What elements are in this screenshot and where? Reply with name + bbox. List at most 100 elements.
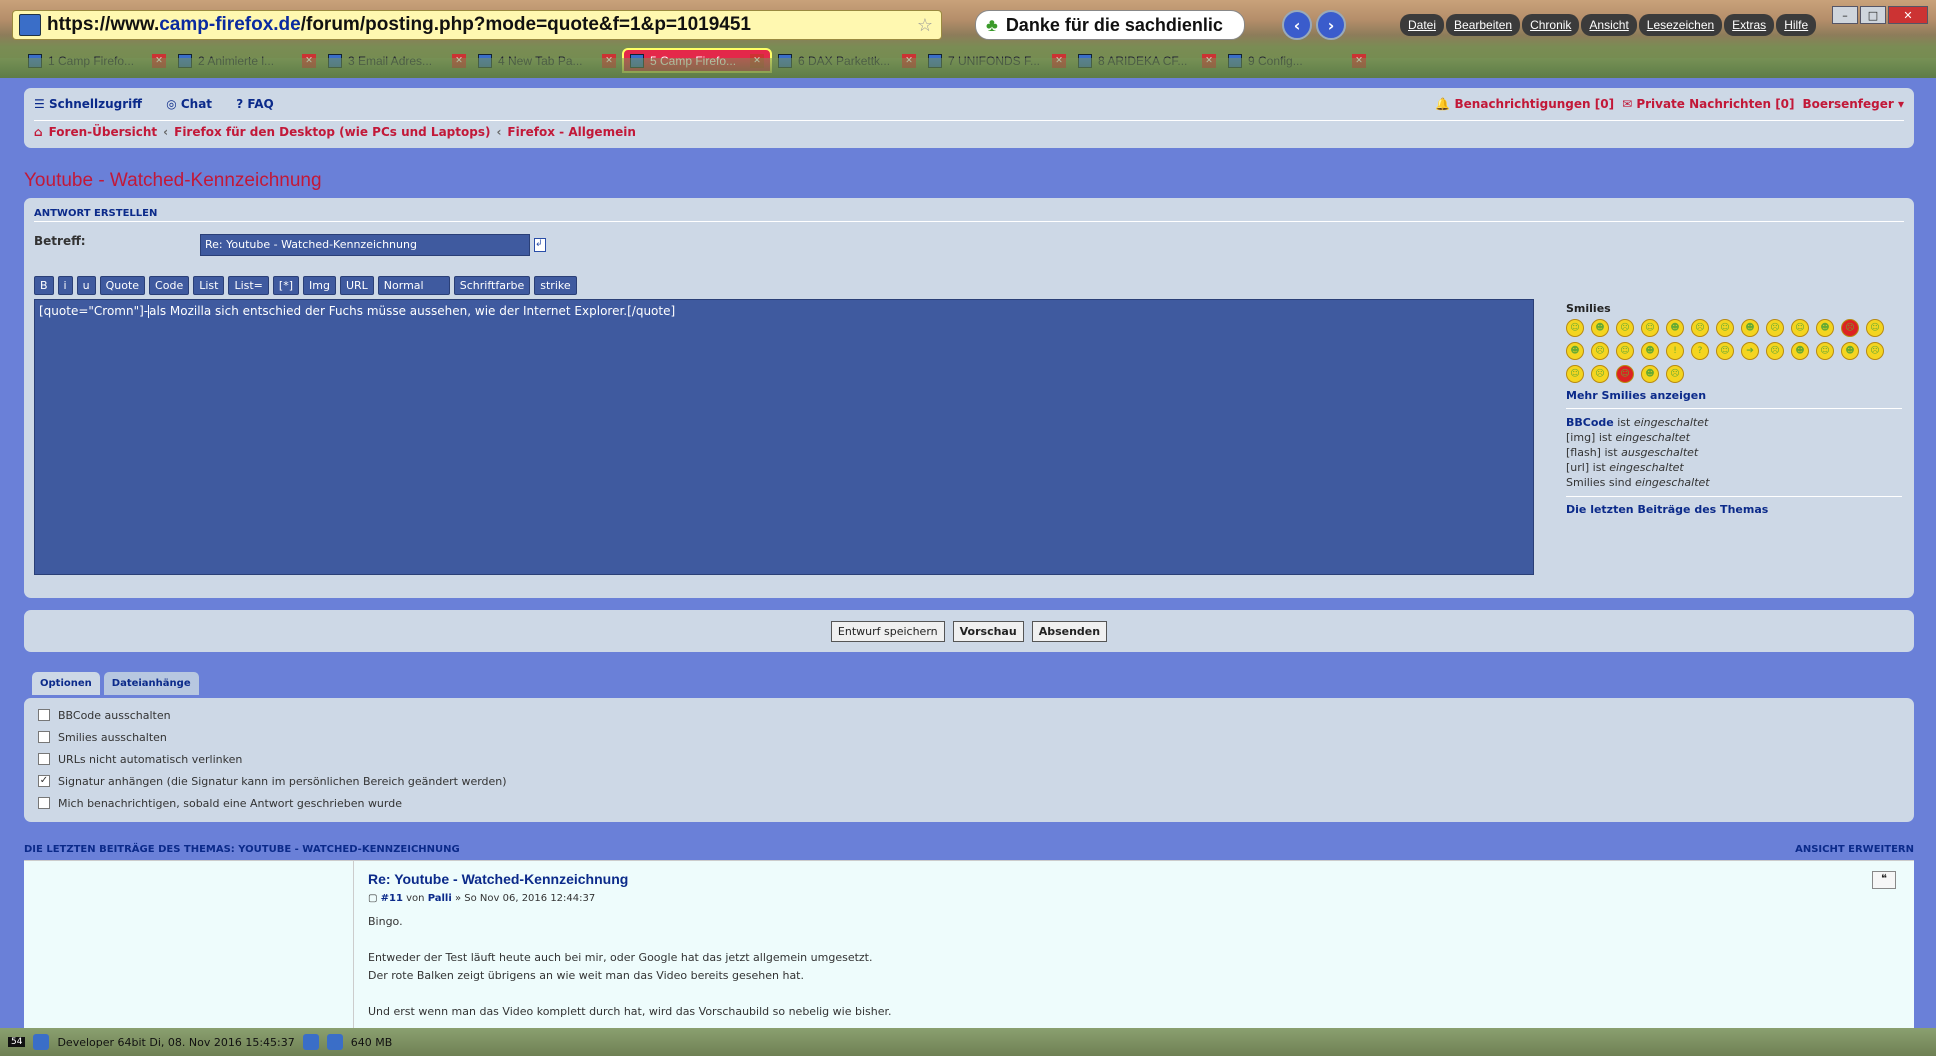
- bbcode-button[interactable]: B: [34, 276, 54, 295]
- bbcode-button[interactable]: Normal: [377, 276, 450, 295]
- tab-options[interactable]: Optionen: [32, 672, 100, 695]
- smiley-icon[interactable]: ☻: [1791, 342, 1809, 360]
- option-checkbox[interactable]: [38, 731, 50, 743]
- tab-close-icon[interactable]: ✕: [152, 53, 166, 68]
- post-author[interactable]: Palli: [428, 893, 452, 904]
- menu-ansicht[interactable]: Ansicht: [1581, 14, 1637, 36]
- back-icon[interactable]: ‹: [1282, 10, 1312, 40]
- bbcode-button[interactable]: URL: [339, 276, 374, 295]
- app-icon[interactable]: [33, 1034, 50, 1050]
- bbcode-button[interactable]: strike: [534, 276, 577, 295]
- bbcode-button[interactable]: Schriftfarbe: [453, 276, 531, 295]
- more-smilies-link[interactable]: Mehr Smilies anzeigen: [1566, 389, 1902, 409]
- smiley-icon[interactable]: ☹: [1616, 319, 1634, 337]
- option-checkbox[interactable]: [38, 797, 50, 809]
- messages-link[interactable]: ✉ Private Nachrichten [0]: [1622, 97, 1794, 111]
- smiley-icon[interactable]: ☹: [1591, 342, 1609, 360]
- browser-tab[interactable]: 8 ARIDEKA CF... ✕: [1072, 48, 1222, 73]
- tab-close-icon[interactable]: ✕: [1352, 53, 1366, 68]
- bbcode-button[interactable]: u: [76, 276, 96, 295]
- smiley-icon[interactable]: ?: [1691, 342, 1709, 360]
- user-menu[interactable]: Boersenfeger ▾: [1803, 97, 1904, 111]
- preview-button[interactable]: Vorschau: [952, 620, 1024, 642]
- smiley-icon[interactable]: ☹: [1766, 342, 1784, 360]
- smiley-icon[interactable]: ☺: [1616, 365, 1634, 383]
- chat-link[interactable]: ◎ Chat: [166, 97, 222, 111]
- tab-close-icon[interactable]: ✕: [750, 53, 764, 68]
- menu-extras[interactable]: Extras: [1724, 14, 1775, 36]
- submit-button[interactable]: Absenden: [1031, 620, 1108, 642]
- smiley-icon[interactable]: ☺: [1791, 319, 1809, 337]
- bookmark-star-icon[interactable]: ☆: [917, 15, 933, 36]
- browser-tab[interactable]: 2 Animierte l... ✕: [172, 48, 322, 73]
- browser-tab[interactable]: 7 UNIFONDS F... ✕: [922, 48, 1072, 73]
- menu-chronik[interactable]: Chronik: [1522, 14, 1580, 36]
- smiley-icon[interactable]: ☺: [1716, 342, 1734, 360]
- message-textarea[interactable]: [quote="Cromn"]-als Mozilla sich entschi…: [34, 299, 1534, 575]
- browser-tab[interactable]: 5 Camp Firefo... ✕: [622, 48, 772, 73]
- breadcrumb-forum[interactable]: Foren-Übersicht: [49, 125, 158, 139]
- smiley-icon[interactable]: ☻: [1741, 319, 1759, 337]
- tray-icon[interactable]: [326, 1034, 343, 1050]
- subject-input[interactable]: Re: Youtube - Watched-Kennzeichnung: [200, 234, 530, 256]
- menu-datei[interactable]: Datei: [1400, 14, 1445, 36]
- smiley-icon[interactable]: ☹: [1666, 365, 1684, 383]
- notifications-link[interactable]: 🔔 Benachrichtigungen [0]: [1435, 97, 1614, 111]
- save-draft-button[interactable]: Entwurf speichern: [830, 620, 945, 642]
- option-checkbox[interactable]: [38, 709, 50, 721]
- bbcode-button[interactable]: List: [193, 276, 225, 295]
- tab-close-icon[interactable]: ✕: [902, 53, 916, 68]
- browser-tab[interactable]: 9 Config... ✕: [1222, 48, 1372, 73]
- tab-close-icon[interactable]: ✕: [452, 53, 466, 68]
- smiley-icon[interactable]: ☹: [1841, 319, 1859, 337]
- smiley-icon[interactable]: ☺: [1566, 319, 1584, 337]
- smiley-icon[interactable]: ☺: [1641, 319, 1659, 337]
- smiley-icon[interactable]: ☺: [1616, 342, 1634, 360]
- expand-view-link[interactable]: ANSICHT ERWEITERN: [1795, 844, 1914, 855]
- minimize-icon[interactable]: –: [1832, 6, 1858, 24]
- smiley-icon[interactable]: ➔: [1741, 342, 1759, 360]
- option-checkbox[interactable]: [38, 753, 50, 765]
- tab-close-icon[interactable]: ✕: [302, 53, 316, 68]
- breadcrumb-desktop[interactable]: Firefox für den Desktop (wie PCs und Lap…: [174, 125, 490, 139]
- rss-icon[interactable]: [302, 1034, 319, 1050]
- smiley-icon[interactable]: ☻: [1841, 342, 1859, 360]
- quote-button[interactable]: ❝: [1872, 871, 1896, 889]
- bbcode-button[interactable]: [*]: [272, 276, 299, 295]
- tab-close-icon[interactable]: ✕: [602, 53, 616, 68]
- menu-lesezeichen[interactable]: Lesezeichen: [1638, 14, 1723, 36]
- smiley-icon[interactable]: ☻: [1641, 365, 1659, 383]
- menu-bearbeiten[interactable]: Bearbeiten: [1446, 14, 1521, 36]
- smiley-icon[interactable]: ☺: [1866, 319, 1884, 337]
- quick-access-link[interactable]: ☰ Schnellzugriff: [34, 97, 152, 111]
- post-title[interactable]: Re: Youtube - Watched-Kennzeichnung: [368, 871, 628, 887]
- smiley-icon[interactable]: ☺: [1566, 365, 1584, 383]
- smiley-icon[interactable]: ☻: [1666, 319, 1684, 337]
- browser-tab[interactable]: 6 DAX Parkettk... ✕: [772, 48, 922, 73]
- tab-close-icon[interactable]: ✕: [1052, 53, 1066, 68]
- smiley-icon[interactable]: ☹: [1866, 342, 1884, 360]
- browser-tab[interactable]: 1 Camp Firefo... ✕: [22, 48, 172, 73]
- bbcode-button[interactable]: List=: [228, 276, 269, 295]
- smiley-icon[interactable]: ☹: [1766, 319, 1784, 337]
- smiley-icon[interactable]: ☺: [1816, 342, 1834, 360]
- maximize-icon[interactable]: □: [1860, 6, 1886, 24]
- smiley-icon[interactable]: !: [1666, 342, 1684, 360]
- bbcode-button[interactable]: Img: [303, 276, 336, 295]
- smiley-icon[interactable]: ☻: [1591, 319, 1609, 337]
- browser-tab[interactable]: 3 Email Adres... ✕: [322, 48, 472, 73]
- smiley-icon[interactable]: ☻: [1816, 319, 1834, 337]
- option-checkbox[interactable]: ✓: [38, 775, 50, 787]
- post-number[interactable]: #11: [381, 893, 403, 904]
- smiley-icon[interactable]: ☻: [1566, 342, 1584, 360]
- page-title[interactable]: Youtube - Watched-Kennzeichnung: [24, 170, 322, 192]
- url-bar[interactable]: https://www.camp-firefox.de/forum/postin…: [12, 10, 942, 40]
- forward-icon[interactable]: ›: [1316, 10, 1346, 40]
- browser-tab[interactable]: 4 New Tab Pa... ✕: [472, 48, 622, 73]
- bbcode-button[interactable]: i: [57, 276, 73, 295]
- bbcode-button[interactable]: Quote: [99, 276, 146, 295]
- resize-icon[interactable]: ↲: [534, 238, 546, 252]
- close-icon[interactable]: ✕: [1888, 6, 1928, 24]
- bbcode-button[interactable]: Code: [149, 276, 190, 295]
- latest-posts-link[interactable]: Die letzten Beiträge des Themas: [1566, 496, 1902, 516]
